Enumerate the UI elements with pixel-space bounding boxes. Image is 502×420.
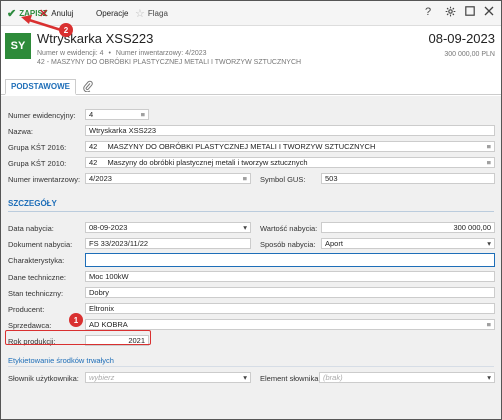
annotation-highlight [5, 330, 151, 345]
window: ✔ ZAPISZ ✕ Anuluj Operacje ☆ Flaga ? SY … [0, 0, 502, 420]
annotation-arrow [21, 15, 62, 32]
annotation-badge-2: 2 [59, 23, 73, 37]
annotation-badge-1: 1 [69, 313, 83, 327]
